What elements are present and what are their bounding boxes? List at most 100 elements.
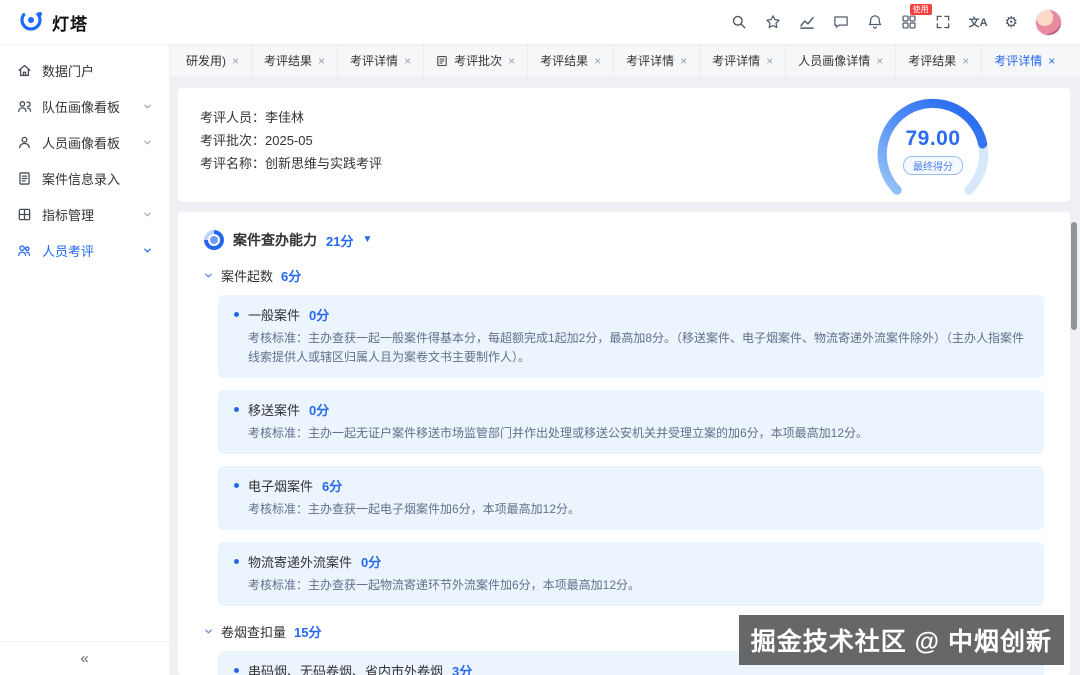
- sidebar-item-personnel-review[interactable]: 人员考评: [0, 232, 169, 268]
- bell-icon[interactable]: [867, 14, 884, 31]
- tab-close-icon[interactable]: ×: [318, 55, 325, 67]
- final-score-badge: 最终得分: [903, 156, 963, 175]
- tab-4[interactable]: 考评结果 ×: [527, 44, 613, 77]
- tab-8[interactable]: 考评结果×: [895, 44, 981, 77]
- search-icon[interactable]: [731, 14, 748, 31]
- name-label: 考评名称：: [200, 156, 265, 171]
- users-icon: [17, 243, 32, 258]
- translate-icon[interactable]: 文A: [969, 14, 988, 30]
- tab-close-icon[interactable]: ×: [594, 55, 601, 67]
- tab-label: 考评详情: [350, 52, 398, 69]
- criterion-title: 物流寄递外流案件: [248, 552, 352, 571]
- tab-close-icon[interactable]: ×: [404, 55, 411, 67]
- category-header[interactable]: 案件查办能力 21分 ▼: [204, 230, 1044, 250]
- board-icon: [17, 207, 32, 222]
- tab-3[interactable]: 考评批次 ×: [423, 44, 527, 77]
- assessment-groups: 案件起数6分一般案件0分考核标准：主办查获一起一般案件得基本分，每超额完成1起加…: [204, 266, 1044, 675]
- criterion-score: 3分: [452, 661, 472, 675]
- assessment-detail-card: 案件查办能力 21分 ▼ 案件起数6分一般案件0分考核标准：主办查获一起一般案件…: [178, 212, 1070, 675]
- category-toggle-icon[interactable]: [204, 230, 224, 250]
- tab-0[interactable]: 研发用) ×: [174, 44, 251, 77]
- sidebar-item-person-dashboard[interactable]: 人员画像看板: [0, 124, 169, 160]
- criterion-title: 串码烟、无码卷烟、省内市外卷烟: [248, 661, 443, 675]
- criterion-description: 考核标准：主办查获一起电子烟案件加6分，本项最高加12分。: [234, 500, 1028, 519]
- criterion-description: 考核标准：主办一起无证户案件移送市场监管部门并作出处理或移送公安机关并受理立案的…: [234, 424, 1028, 443]
- scrollbar-thumb[interactable]: [1071, 222, 1077, 330]
- tab-label: 研发用): [186, 52, 226, 69]
- name-value: 创新思维与实践考评: [265, 156, 382, 171]
- sidebar-item-label: 案件信息录入: [42, 169, 120, 188]
- sidebar-item-label: 人员画像看板: [42, 133, 120, 152]
- criterion-title: 电子烟案件: [248, 476, 313, 495]
- sidebar-item-indicator-mgmt[interactable]: 指标管理: [0, 196, 169, 232]
- chevron-down-icon: [143, 102, 152, 111]
- tab-6[interactable]: 考评详情 ×: [699, 44, 785, 77]
- bullet-dot-icon: [234, 312, 239, 317]
- tab-label: 考评详情: [712, 52, 760, 69]
- tab-5[interactable]: 考评详情 ×: [613, 44, 699, 77]
- category-score: 21分: [326, 231, 353, 250]
- app-logo[interactable]: 灯塔: [18, 7, 88, 38]
- user-avatar[interactable]: [1035, 9, 1062, 36]
- tab-label: 考评结果: [264, 52, 312, 69]
- sidebar-item-data-portal[interactable]: 数据门户: [0, 52, 169, 88]
- trend-icon[interactable]: [799, 14, 816, 31]
- person-icon: [17, 135, 32, 150]
- tab-9[interactable]: 考评详情 ×: [981, 44, 1067, 77]
- main-content: 考评人员：李佳林 考评批次：2025-05 考评名称：创新思维与实践考评: [170, 78, 1080, 675]
- caret-down-icon[interactable]: ▼: [362, 235, 372, 245]
- star-icon[interactable]: [765, 14, 782, 31]
- group-title: 卷烟查扣量: [221, 622, 286, 641]
- evaluation-summary-card: 考评人员：李佳林 考评批次：2025-05 考评名称：创新思维与实践考评: [178, 88, 1070, 202]
- chevron-down-icon: [143, 210, 152, 219]
- batch-label: 考评批次：: [200, 133, 265, 148]
- chevron-down-icon: [143, 138, 152, 147]
- bullet-dot-icon: [234, 407, 239, 412]
- tab-label: 考评批次: [454, 52, 502, 69]
- criterion-title-row: 物流寄递外流案件0分: [234, 552, 1028, 571]
- criterion-title: 一般案件: [248, 305, 300, 324]
- tab-close-icon[interactable]: ×: [680, 55, 687, 67]
- group-header[interactable]: 案件起数6分: [204, 266, 1044, 285]
- bullet-dot-icon: [234, 668, 239, 673]
- tab-1[interactable]: 考评结果 ×: [251, 44, 337, 77]
- use-badge: 使用: [910, 4, 932, 15]
- criterion-description: 考核标准：主办查获一起物流寄递环节外流案件加6分，本项最高加12分。: [234, 576, 1028, 595]
- tab-close-icon[interactable]: ×: [508, 55, 515, 67]
- header-actions: 使用 文A ⚙: [731, 9, 1062, 36]
- gauge-readout: 79.00 最终得分: [858, 127, 1008, 175]
- gear-icon[interactable]: ⚙: [1005, 15, 1018, 30]
- message-icon[interactable]: [833, 14, 850, 31]
- criterion-card: 物流寄递外流案件0分考核标准：主办查获一起物流寄递环节外流案件加6分，本项最高加…: [218, 542, 1044, 606]
- tab-close-icon[interactable]: ×: [232, 55, 239, 67]
- tab-close-icon[interactable]: ×: [876, 55, 883, 67]
- apps-grid-icon[interactable]: 使用: [901, 14, 918, 31]
- app-window: 灯塔 使用 文A: [0, 0, 1080, 675]
- tab-2[interactable]: 考评详情 ×: [337, 44, 423, 77]
- tab-label: 考评结果: [540, 52, 588, 69]
- criterion-card: 电子烟案件6分考核标准：主办查获一起电子烟案件加6分，本项最高加12分。: [218, 466, 1044, 530]
- tab-bar-actions: [1067, 54, 1080, 68]
- top-header: 灯塔 使用 文A: [0, 0, 1080, 44]
- tab-close-icon[interactable]: ×: [962, 55, 969, 67]
- tab-close-icon[interactable]: ×: [1048, 55, 1055, 67]
- tab-list: 研发用)×考评结果×考评详情×考评批次×考评结果×考评详情×考评详情×人员画像详…: [174, 44, 1067, 77]
- tab-close-icon[interactable]: ×: [766, 55, 773, 67]
- group-title: 案件起数: [221, 266, 273, 285]
- sidebar: 数据门户队伍画像看板人员画像看板案件信息录入指标管理人员考评 «: [0, 44, 170, 675]
- criterion-score: 0分: [309, 400, 329, 419]
- sidebar-item-label: 队伍画像看板: [42, 97, 120, 116]
- sidebar-item-label: 数据门户: [42, 61, 94, 80]
- criterion-title-row: 移送案件0分: [234, 400, 1028, 419]
- category-title: 案件查办能力: [233, 230, 317, 250]
- criterion-card: 移送案件0分考核标准：主办一起无证户案件移送市场监管部门并作出处理或移送公安机关…: [218, 390, 1044, 454]
- tab-bar: 研发用)×考评结果×考评详情×考评批次×考评结果×考评详情×考评详情×人员画像详…: [170, 44, 1080, 78]
- fullscreen-icon[interactable]: [935, 14, 952, 31]
- tab-7[interactable]: 人员画像详情×: [785, 44, 895, 77]
- sidebar-item-case-entry[interactable]: 案件信息录入: [0, 160, 169, 196]
- sidebar-item-team-dashboard[interactable]: 队伍画像看板: [0, 88, 169, 124]
- sidebar-collapse-button[interactable]: «: [0, 641, 169, 675]
- chevron-down-icon: [143, 246, 152, 255]
- tab-label: 考评详情: [994, 52, 1042, 69]
- tab-label: 考评详情: [626, 52, 674, 69]
